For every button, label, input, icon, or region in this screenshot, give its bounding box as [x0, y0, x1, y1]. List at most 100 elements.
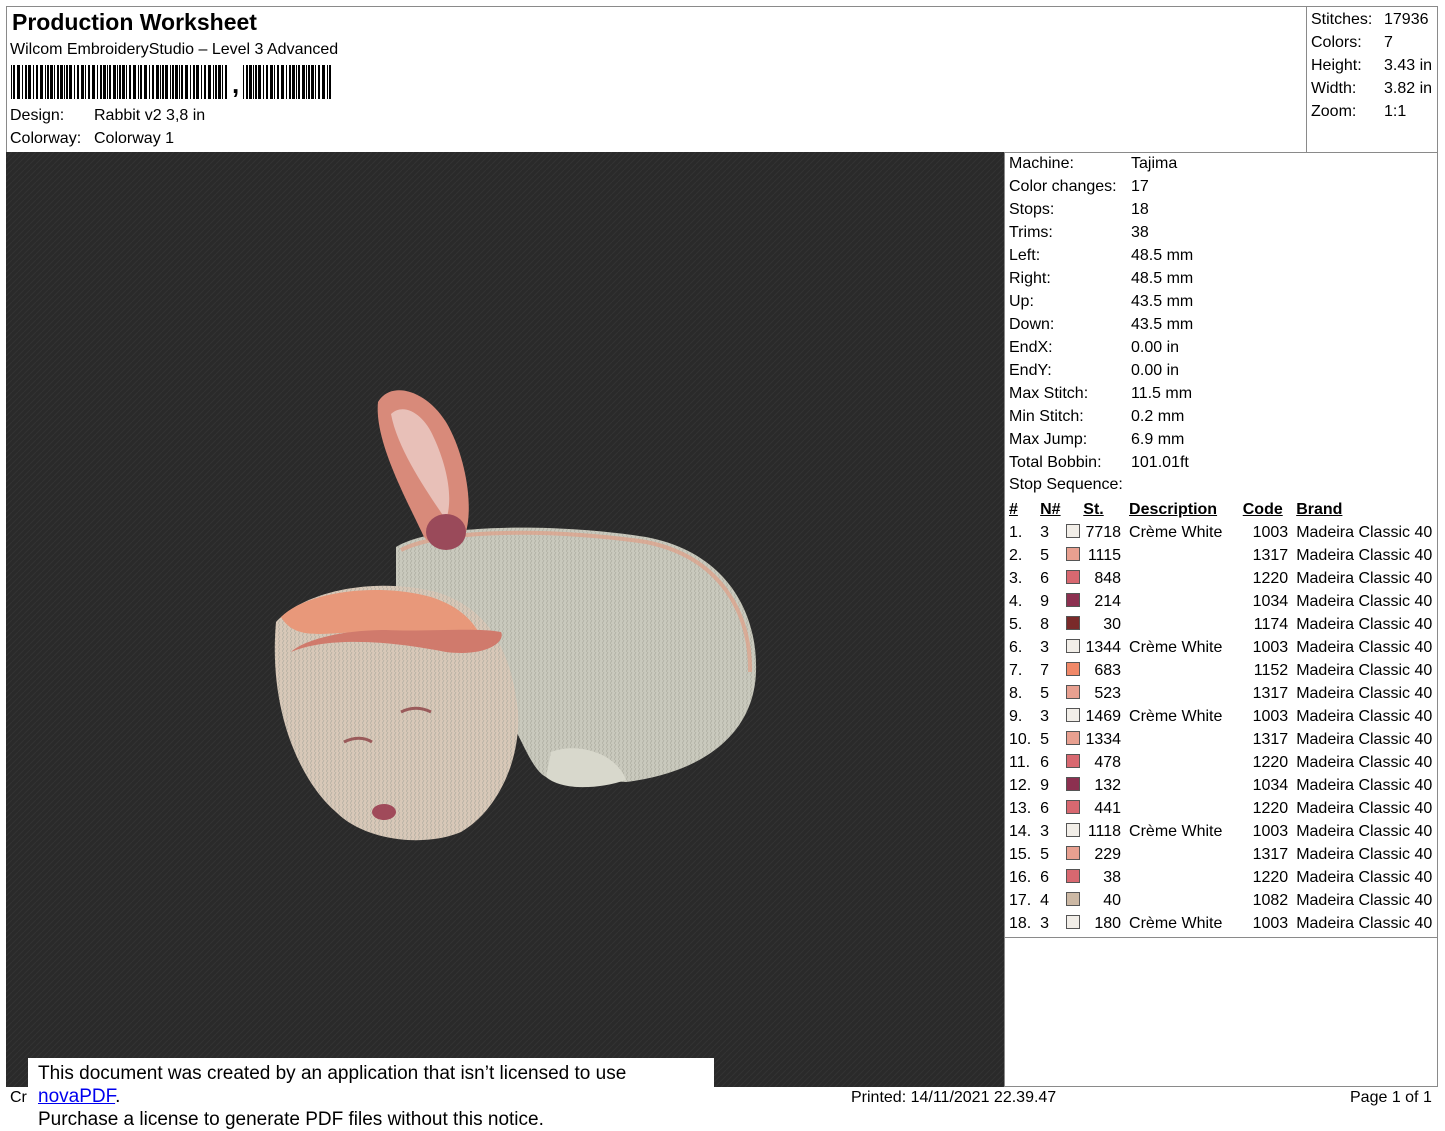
row-stitches: 1334	[1085, 730, 1122, 748]
notice-line-1: This document was created by an applicat…	[38, 1062, 704, 1108]
row-code: 1082	[1252, 891, 1289, 909]
row-code: 1003	[1252, 638, 1289, 656]
table-header-row: # N# St. Description Code Brand	[1007, 498, 1445, 521]
row-index: 15.	[1009, 845, 1032, 863]
row-brand: Madeira Classic 40	[1296, 523, 1433, 541]
row-needle: 3	[1040, 914, 1050, 932]
table-row: 6. 3 1344 Crème White 1003 Madeira Classic 40	[1007, 636, 1445, 659]
color-swatch-icon	[1065, 730, 1080, 745]
table-row: 9. 3 1469 Crème White 1003 Madeira Classic 40	[1007, 705, 1445, 728]
row-code: 1152	[1253, 661, 1289, 679]
row-needle: 5	[1040, 730, 1050, 748]
row-swatch	[1065, 544, 1084, 567]
info-row: Max Jump: 6.9 mm	[1009, 428, 1193, 451]
row-swatch	[1065, 866, 1084, 889]
info-row: Left: 48.5 mm	[1009, 244, 1193, 267]
color-swatch-icon	[1065, 707, 1080, 722]
info-value: 48.5 mm	[1131, 247, 1194, 264]
row-brand: Madeira Classic 40	[1296, 891, 1433, 909]
row-index: 12.	[1009, 776, 1032, 794]
row-index: 13.	[1009, 799, 1032, 817]
table-row: 10. 5 1334 1317 Madeira Classic 40	[1007, 728, 1445, 751]
col-needle: N#	[1040, 500, 1061, 518]
info-value: 17	[1131, 178, 1149, 195]
info-label: Stops:	[1009, 201, 1055, 218]
machine-info: Machine: Tajima Color changes: 17 Stops: 18…	[1009, 152, 1193, 474]
row-brand: Madeira Classic 40	[1296, 914, 1433, 932]
row-swatch	[1065, 843, 1084, 866]
row-description	[1121, 889, 1236, 912]
row-brand: Madeira Classic 40	[1296, 661, 1433, 679]
row-index: 2.	[1009, 546, 1023, 564]
row-description	[1121, 843, 1236, 866]
stats-divider	[1306, 6, 1307, 152]
row-index: 4.	[1009, 592, 1023, 610]
table-row: 18. 3 180 Crème White 1003 Madeira Classic 40	[1007, 912, 1445, 935]
row-code: 1034	[1252, 592, 1289, 610]
row-index: 17.	[1009, 891, 1032, 909]
row-index: 5.	[1009, 615, 1023, 633]
row-needle: 6	[1040, 868, 1050, 886]
row-code: 1220	[1252, 868, 1289, 886]
notice-line-2: Purchase a license to generate PDF files…	[38, 1109, 544, 1130]
stat-label: Zoom:	[1311, 103, 1357, 120]
row-swatch	[1065, 682, 1084, 705]
row-description: Crème White	[1129, 523, 1223, 541]
colorway-label: Colorway:	[10, 130, 82, 147]
row-brand: Madeira Classic 40	[1296, 684, 1433, 702]
row-stitches: 523	[1094, 684, 1122, 702]
row-swatch	[1065, 567, 1084, 590]
info-label: Min Stitch:	[1009, 408, 1084, 425]
row-index: 7.	[1009, 661, 1023, 679]
color-swatch-icon	[1065, 822, 1080, 837]
row-description	[1121, 544, 1236, 567]
row-stitches: 441	[1094, 799, 1122, 817]
table-row: 13. 6 441 1220 Madeira Classic 40	[1007, 797, 1445, 820]
row-stitches: 7718	[1085, 523, 1122, 541]
row-stitches: 214	[1094, 592, 1122, 610]
row-code: 1003	[1252, 523, 1289, 541]
row-needle: 4	[1040, 891, 1050, 909]
row-code: 1003	[1252, 914, 1289, 932]
row-brand: Madeira Classic 40	[1296, 753, 1433, 771]
stat-value: 3.43 in	[1384, 57, 1433, 74]
row-description: Crème White	[1129, 638, 1223, 656]
info-value: 43.5 mm	[1131, 293, 1194, 310]
row-stitches: 180	[1094, 914, 1122, 932]
info-value: 0.00 in	[1131, 362, 1180, 379]
table-row: 12. 9 132 1034 Madeira Classic 40	[1007, 774, 1445, 797]
row-code: 1003	[1252, 822, 1289, 840]
table-row: 14. 3 1118 Crème White 1003 Madeira Classic 4…	[1007, 820, 1445, 843]
barcode-right-icon	[243, 65, 332, 99]
row-code: 1220	[1252, 569, 1289, 587]
table-row: 5. 8 30 1174 Madeira Classic 40	[1007, 613, 1445, 636]
info-label: Trims:	[1009, 224, 1053, 241]
row-swatch	[1065, 590, 1084, 613]
info-value: 48.5 mm	[1131, 270, 1194, 287]
info-label: Total Bobbin:	[1009, 454, 1102, 471]
row-needle: 5	[1040, 684, 1050, 702]
row-stitches: 40	[1103, 891, 1122, 909]
info-label: EndX:	[1009, 339, 1053, 356]
row-code: 1317	[1252, 730, 1289, 748]
design-value: Rabbit v2 3,8 in	[94, 107, 206, 124]
info-label: Up:	[1009, 293, 1034, 310]
rabbit-embroidery-icon	[6, 152, 1005, 1087]
info-value: 6.9 mm	[1131, 431, 1185, 448]
info-row: EndY: 0.00 in	[1009, 359, 1193, 382]
color-swatch-icon	[1065, 638, 1080, 653]
info-label: Max Stitch:	[1009, 385, 1089, 402]
row-swatch	[1065, 636, 1084, 659]
color-swatch-icon	[1065, 615, 1080, 630]
software-name: Wilcom EmbroideryStudio – Level 3 Advanc…	[10, 41, 339, 58]
row-swatch	[1065, 521, 1084, 544]
row-needle: 5	[1040, 546, 1050, 564]
info-row: Max Stitch: 11.5 mm	[1009, 382, 1193, 405]
row-stitches: 478	[1094, 753, 1122, 771]
row-brand: Madeira Classic 40	[1296, 546, 1433, 564]
novapdf-link[interactable]: novaPDF	[38, 1086, 115, 1107]
stop-sequence-title: Stop Sequence:	[1009, 476, 1123, 493]
stop-sequence-table: # N# St. Description Code Brand 1. 3 7718 C…	[1007, 498, 1445, 935]
color-swatch-icon	[1065, 546, 1080, 561]
row-swatch	[1065, 797, 1084, 820]
